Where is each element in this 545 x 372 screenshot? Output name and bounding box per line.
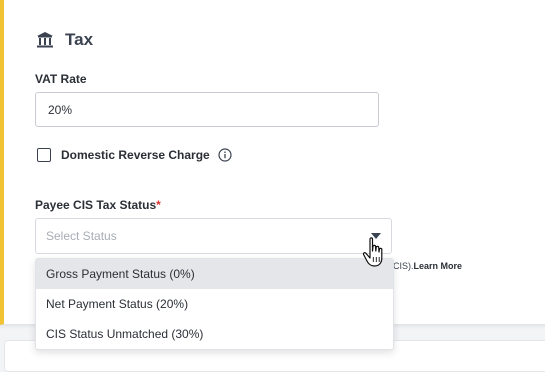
vat-rate-input[interactable] bbox=[35, 92, 379, 127]
vat-rate-label: VAT Rate bbox=[35, 72, 87, 86]
cis-helper-text: (CIS).Learn More bbox=[390, 261, 462, 271]
option-cis-unmatched[interactable]: CIS Status Unmatched (30%) bbox=[36, 319, 393, 349]
info-icon[interactable] bbox=[218, 148, 232, 162]
section-header: Tax bbox=[35, 30, 93, 50]
domestic-reverse-charge-label: Domestic Reverse Charge bbox=[61, 148, 210, 162]
domestic-reverse-charge-checkbox[interactable] bbox=[37, 148, 51, 162]
hand-pointer-cursor-icon bbox=[362, 237, 383, 267]
cis-status-dropdown: Gross Payment Status (0%) Net Payment St… bbox=[35, 258, 394, 350]
section-title: Tax bbox=[65, 30, 94, 49]
required-marker: * bbox=[156, 198, 161, 212]
bank-icon bbox=[37, 32, 53, 48]
learn-more-link[interactable]: Learn More bbox=[414, 261, 463, 271]
option-net-payment[interactable]: Net Payment Status (20%) bbox=[36, 289, 393, 319]
cis-status-label: Payee CIS Tax Status* bbox=[35, 198, 161, 212]
cis-status-select[interactable]: Select Status bbox=[35, 218, 392, 254]
option-gross-payment[interactable]: Gross Payment Status (0%) bbox=[36, 259, 393, 289]
select-placeholder: Select Status bbox=[46, 229, 117, 243]
domestic-reverse-charge-row[interactable]: Domestic Reverse Charge bbox=[37, 148, 232, 162]
cis-status-label-text: Payee CIS Tax Status bbox=[35, 198, 157, 212]
